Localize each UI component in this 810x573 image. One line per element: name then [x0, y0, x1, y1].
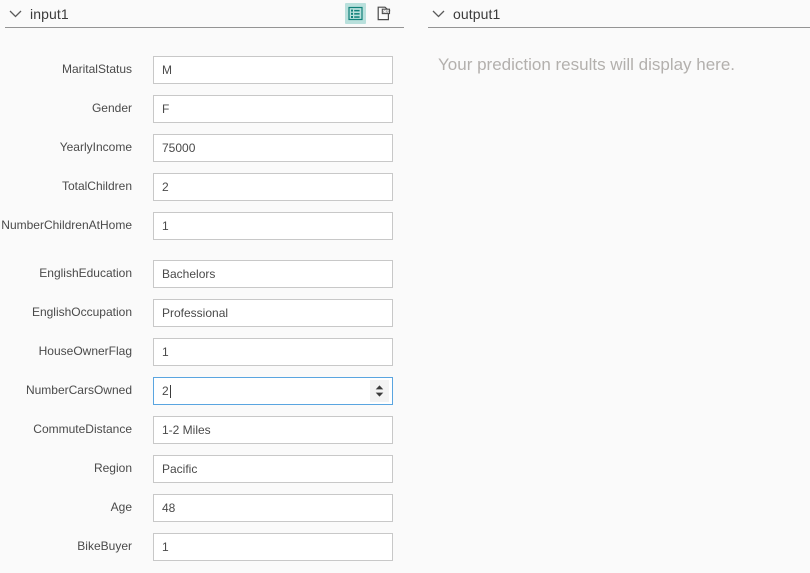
- form-row: NumberCarsOwned 2: [0, 377, 410, 416]
- field-label: YearlyIncome: [59, 140, 132, 154]
- field-input-focused[interactable]: 2: [153, 377, 393, 405]
- field-wrapper: [153, 260, 393, 288]
- field-value: 2: [162, 384, 169, 398]
- field-input[interactable]: [153, 212, 393, 240]
- field-wrapper: [153, 299, 393, 327]
- field-label: NumberCarsOwned: [25, 383, 132, 397]
- field-input[interactable]: [153, 134, 393, 162]
- output-panel-title: output1: [453, 5, 501, 22]
- form-row: YearlyIncome: [0, 134, 410, 173]
- spinner-up-icon[interactable]: [375, 385, 384, 390]
- prediction-form-app: input1 CSV MaritalStatus M Gender F Year…: [0, 0, 810, 573]
- chevron-down-icon[interactable]: [6, 5, 24, 23]
- field-label: NumberChildrenAtHome: [1, 218, 132, 232]
- field-wrapper: [153, 455, 393, 483]
- input-panel-title: input1: [30, 5, 69, 22]
- field-wrapper: 2: [153, 377, 393, 405]
- field-label: MaritalStatus: [61, 62, 132, 76]
- field-label: Region: [93, 461, 132, 475]
- form-row: EnglishOccupation: [0, 299, 410, 338]
- form-row: HouseOwnerFlag: [0, 338, 410, 377]
- svg-text:CSV: CSV: [383, 10, 391, 14]
- form-view-icon[interactable]: [345, 3, 366, 24]
- field-label: HouseOwnerFlag: [38, 344, 132, 358]
- field-input[interactable]: [153, 173, 393, 201]
- field-input[interactable]: [153, 455, 393, 483]
- field-wrapper: [153, 173, 393, 201]
- field-wrapper: [153, 95, 393, 123]
- field-wrapper: [153, 416, 393, 444]
- form-row: Region: [0, 455, 410, 494]
- field-input[interactable]: [153, 95, 393, 123]
- form-row: NumberChildrenAtHome: [0, 212, 410, 260]
- field-wrapper: [153, 212, 393, 240]
- output-panel-body: Your prediction results will display her…: [410, 28, 810, 76]
- output-placeholder-message: Your prediction results will display her…: [438, 55, 736, 74]
- field-label: BikeBuyer: [77, 539, 132, 553]
- form-row: BikeBuyer: [0, 533, 410, 572]
- field-label: TotalChildren: [61, 179, 132, 193]
- output-panel: output1 Your prediction results will dis…: [410, 0, 810, 573]
- field-label: CommuteDistance: [33, 422, 132, 436]
- field-label: EnglishEducation: [39, 266, 132, 280]
- field-label: Age: [110, 500, 132, 514]
- field-wrapper: [153, 494, 393, 522]
- text-caret: [169, 384, 171, 398]
- form-row: EnglishEducation: [0, 260, 410, 299]
- field-label: EnglishOccupation: [31, 305, 132, 319]
- field-input[interactable]: [153, 494, 393, 522]
- output-panel-header: output1: [428, 0, 810, 28]
- form-row: MaritalStatus: [0, 56, 410, 95]
- spinner-down-icon[interactable]: [375, 392, 384, 397]
- field-wrapper: [153, 533, 393, 561]
- field-input[interactable]: [153, 338, 393, 366]
- form-row: Age: [0, 494, 410, 533]
- field-input[interactable]: [153, 299, 393, 327]
- form-row: Gender: [0, 95, 410, 134]
- field-wrapper: [153, 56, 393, 84]
- number-spinner[interactable]: [370, 380, 389, 402]
- input-panel: input1 CSV MaritalStatus M Gender F Year…: [0, 0, 410, 573]
- form-row: CommuteDistance: [0, 416, 410, 455]
- form-row: TotalChildren: [0, 173, 410, 212]
- csv-file-icon[interactable]: CSV: [373, 3, 394, 24]
- field-label: Gender: [91, 101, 132, 115]
- field-wrapper: [153, 338, 393, 366]
- field-input[interactable]: [153, 533, 393, 561]
- field-input[interactable]: [153, 260, 393, 288]
- chevron-down-icon[interactable]: [429, 5, 447, 23]
- field-input[interactable]: [153, 56, 393, 84]
- input-form: MaritalStatus Gender YearlyIncome TotalChil…: [0, 28, 410, 572]
- input-panel-header-actions: CSV: [345, 3, 396, 24]
- input-panel-header: input1 CSV: [5, 0, 404, 28]
- field-wrapper: [153, 134, 393, 162]
- field-input[interactable]: [153, 416, 393, 444]
